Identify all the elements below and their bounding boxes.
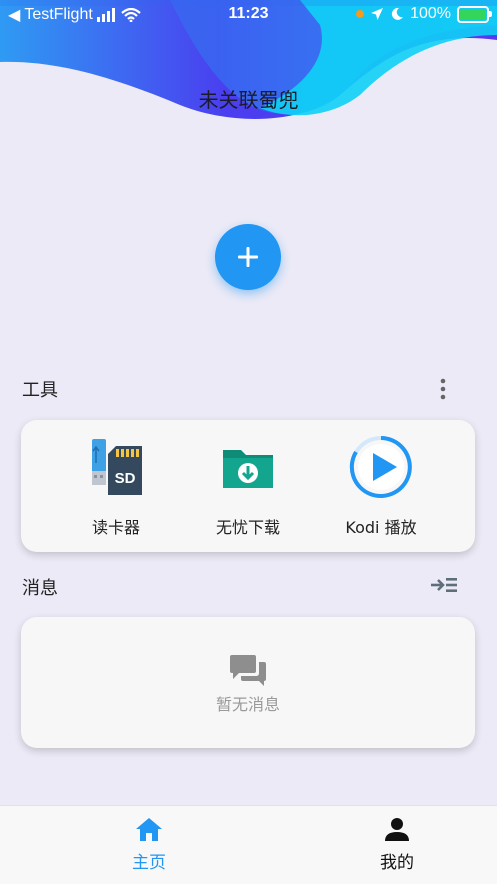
tools-section-title: 工具 [22,380,58,401]
tool-label-card-reader: 读卡器 [91,518,140,537]
tool-download[interactable]: 无忧下载 [188,434,308,538]
tool-card-reader[interactable]: SD 读卡器 [56,434,176,538]
svg-text:SD: SD [115,470,136,487]
person-icon [385,818,409,841]
download-folder-icon [223,450,273,488]
battery-percentage: 100% [410,5,451,22]
add-device-button[interactable] [215,224,281,290]
tool-label-download: 无忧下载 [215,518,280,537]
nav-home-tab[interactable]: 主页 [89,816,209,873]
messages-section-title: 消息 [22,578,58,599]
moon-icon [391,7,404,20]
empty-messages: 暂无消息 [21,653,475,715]
messages-card: 暂无消息 [21,617,475,748]
location-arrow-icon [371,8,384,20]
empty-messages-text: 暂无消息 [215,695,280,714]
nav-home-label: 主页 [132,853,166,873]
plus-icon [238,247,258,267]
tool-kodi[interactable]: Kodi 播放 [321,434,441,538]
nav-mine-label: 我的 [380,853,414,873]
home-icon [136,818,162,841]
chat-bubbles-icon [230,655,266,686]
more-vertical-icon[interactable] [433,377,453,401]
status-bar: ◀ TestFlight 11:23 100% [0,0,497,28]
mic-indicator-dot [356,10,365,18]
battery-icon [457,5,492,23]
sd-card-reader-icon: SD [92,439,142,495]
nav-mine-tab[interactable]: 我的 [337,816,457,873]
tool-label-kodi: Kodi 播放 [345,518,417,537]
tools-card: SD 读卡器 无忧下载 Kodi 播放 [21,420,475,552]
bottom-navigation: 主页 我的 [0,805,497,884]
play-circle-icon [349,436,412,498]
device-title[interactable]: 未关联蜀兜 [0,84,497,113]
status-right-group: 100% [356,5,492,23]
collapse-list-icon[interactable] [429,574,459,596]
